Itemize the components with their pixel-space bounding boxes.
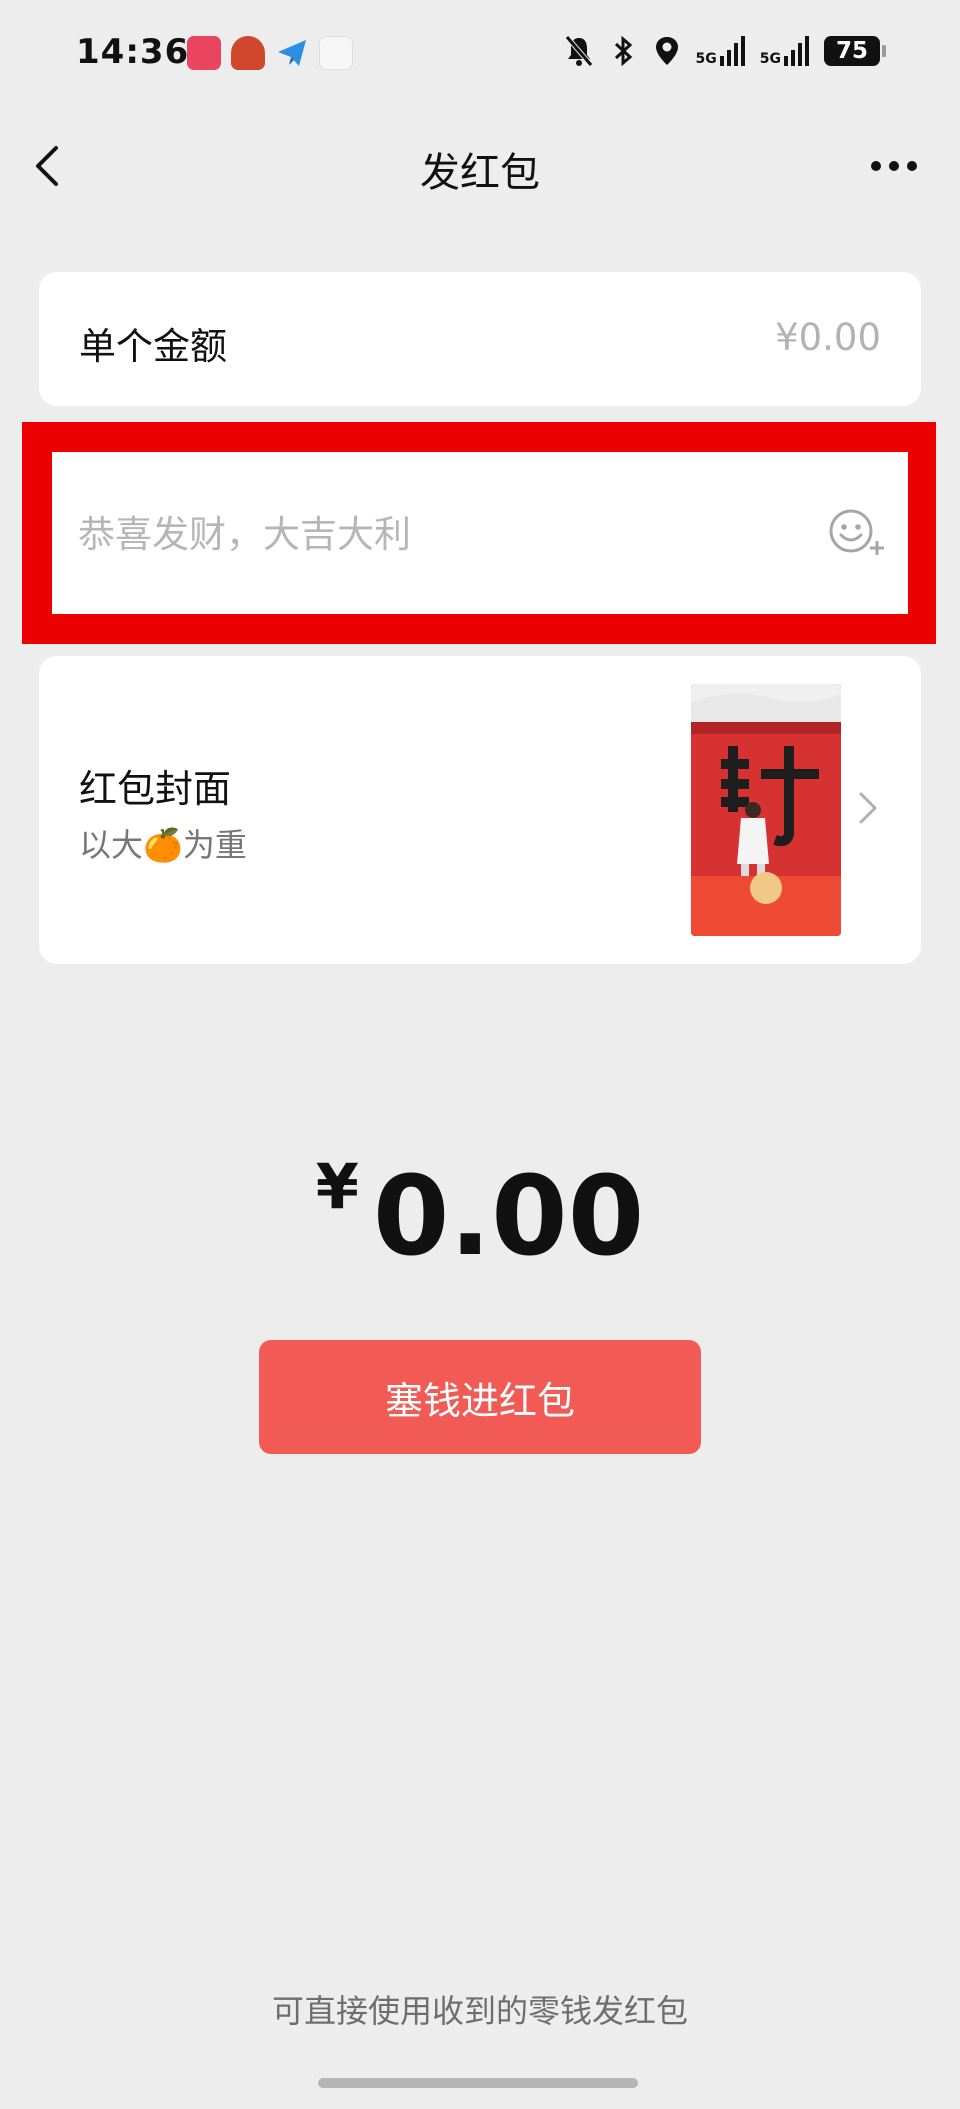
greeting-input[interactable] (78, 506, 778, 562)
cover-row[interactable]: 红包封面 以大🍊为重 (39, 656, 921, 964)
status-bar: 14:36 5G 5G 75 (0, 0, 960, 110)
more-button[interactable] (868, 148, 920, 184)
emoji-add-icon (829, 509, 884, 555)
signal-bars-icon (719, 36, 745, 66)
emoji-button[interactable] (824, 502, 890, 564)
cover-subtitle: 以大🍊为重 (79, 826, 247, 864)
submit-button[interactable]: 塞钱进红包 (259, 1340, 701, 1454)
battery-level: 75 (824, 36, 880, 66)
amount-input[interactable]: ¥0.00 (775, 316, 881, 359)
cover-thumbnail (691, 684, 841, 936)
paper-plane-icon (275, 36, 309, 70)
currency-symbol: ¥ (315, 1150, 359, 1223)
app-icon (231, 36, 265, 70)
battery-indicator: 75 (824, 36, 886, 66)
home-indicator[interactable] (318, 2078, 638, 2088)
footer-tip: 可直接使用收到的零钱发红包 (271, 1992, 688, 2030)
total-amount: ¥0.00 (0, 1150, 960, 1280)
status-time: 14:36 (76, 32, 190, 72)
app-icon (319, 36, 353, 70)
amount-row[interactable]: 单个金额 ¥0.00 (39, 272, 921, 406)
signal-1: 5G (696, 36, 746, 66)
status-icons: 5G 5G 75 (564, 34, 886, 68)
location-icon (655, 37, 678, 65)
bluetooth-icon (614, 35, 632, 67)
more-dots-icon (871, 161, 917, 171)
signal-bars-icon (784, 36, 809, 66)
bell-muted-icon (564, 35, 593, 67)
red-envelope-cover-image (691, 684, 841, 936)
amount-label: 单个金额 (79, 325, 227, 368)
nav-bar: 发红包 (0, 110, 960, 222)
total-value: 0.00 (372, 1152, 645, 1280)
signal-2: 5G (760, 36, 810, 66)
app-icon (187, 36, 221, 70)
notification-app-icons (187, 36, 353, 70)
greeting-row (52, 452, 908, 614)
cover-title: 红包封面 (79, 767, 232, 811)
chevron-right-icon (859, 792, 877, 824)
page-title: 发红包 (420, 150, 540, 196)
